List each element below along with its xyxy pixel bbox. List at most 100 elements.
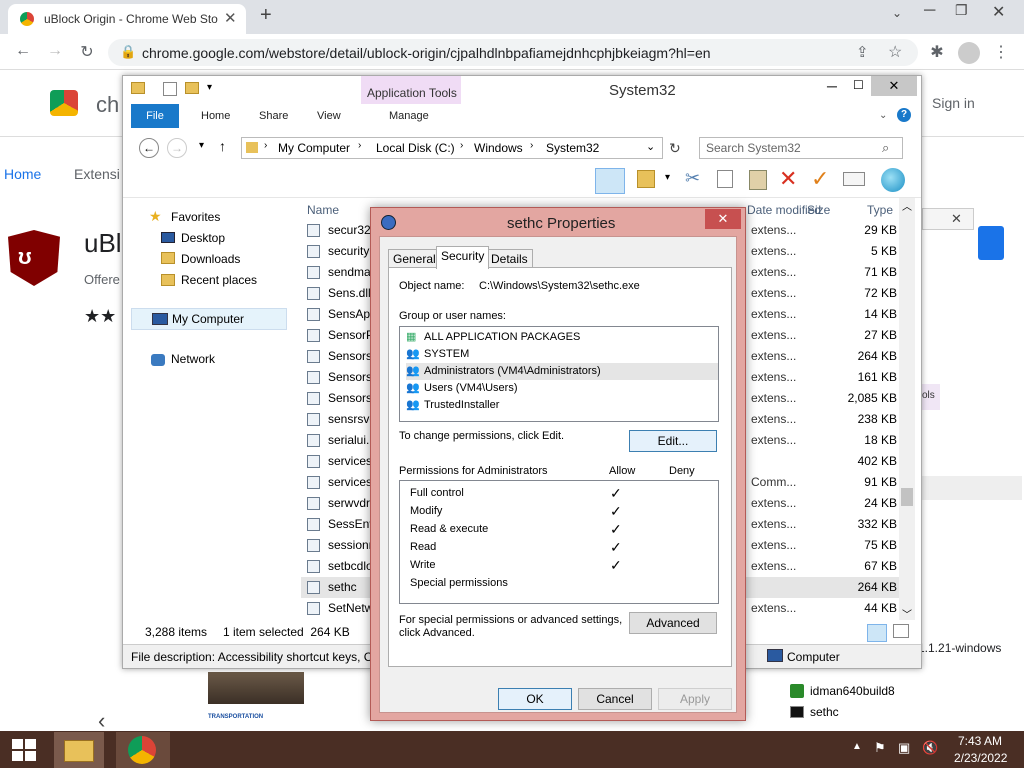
share-icon[interactable]: ⇪ <box>856 43 869 61</box>
cmd-icon[interactable] <box>790 706 804 718</box>
copy-icon[interactable] <box>717 170 733 188</box>
add-to-chrome-button[interactable] <box>978 226 1004 260</box>
ribbon-expand-icon[interactable]: ⌄ <box>879 110 887 121</box>
user-row[interactable]: 👥 TrustedInstaller <box>406 397 718 414</box>
new-folder-quick-icon[interactable] <box>185 82 199 94</box>
explorer-back-icon[interactable]: ← <box>139 138 159 158</box>
breadcrumb-extensions[interactable]: Extensi <box>74 166 120 182</box>
explorer-scrollbar[interactable]: ︿ ﹀ <box>899 198 915 621</box>
address-system32[interactable]: System32 <box>546 141 599 155</box>
address-bar[interactable]: 🔒 chrome.google.com/webstore/detail/ublo… <box>108 39 918 66</box>
quick-access-dropdown-icon[interactable]: ▾ <box>207 82 212 93</box>
volume-muted-icon[interactable]: 🔇 <box>922 740 938 756</box>
dialog-close-icon[interactable]: ✕ <box>705 209 741 229</box>
explorer-minimize-icon[interactable]: ─ <box>827 78 837 94</box>
user-row-selected[interactable]: 👥 Administrators (VM4\Administrators) <box>406 363 718 380</box>
explorer-close-icon[interactable]: ✕ <box>871 76 917 96</box>
checkmark-icon[interactable]: ✓ <box>811 166 829 192</box>
organize-icon[interactable] <box>637 170 655 188</box>
ribbon-tab-home[interactable]: Home <box>201 110 230 122</box>
cut-icon[interactable]: ✂ <box>685 168 700 189</box>
advanced-button[interactable]: Advanced <box>629 612 717 634</box>
users-list[interactable]: ▦ ALL APPLICATION PACKAGES 👥 SYSTEM 👥 Admin… <box>399 326 719 422</box>
search-icon[interactable]: ⌕ <box>882 140 889 156</box>
extensions-puzzle-icon[interactable]: ✱ <box>926 42 948 62</box>
tab-general[interactable]: General <box>388 249 441 269</box>
apply-button[interactable]: Apply <box>658 688 732 710</box>
nav-network[interactable]: Network <box>171 352 215 366</box>
edit-button[interactable]: Edit... <box>629 430 717 452</box>
address-chevron-icon[interactable]: › <box>264 140 267 151</box>
taskbar-chrome-button[interactable] <box>116 732 170 768</box>
globe-icon[interactable] <box>881 168 905 192</box>
explorer-maximize-icon[interactable]: ☐ <box>853 78 864 92</box>
explorer-address-bar[interactable]: › My Computer › Local Disk (C:) › Window… <box>241 137 663 159</box>
tab-details[interactable]: Details <box>486 249 533 269</box>
bookmark-star-icon[interactable]: ☆ <box>888 42 902 62</box>
ok-button[interactable]: OK <box>498 688 572 710</box>
column-name[interactable]: Name <box>307 203 339 217</box>
address-chevron-icon[interactable]: › <box>530 140 533 151</box>
column-type[interactable]: Type <box>867 203 893 217</box>
ribbon-tab-share[interactable]: Share <box>259 110 288 122</box>
background-window-close-icon[interactable]: ✕ <box>951 211 962 227</box>
action-center-icon[interactable]: ⚑ <box>874 740 886 756</box>
network-tray-icon[interactable]: ▣ <box>898 740 910 756</box>
address-local-disk[interactable]: Local Disk (C:) <box>376 141 455 155</box>
address-my-computer[interactable]: My Computer <box>278 141 350 155</box>
address-chevron-icon[interactable]: › <box>460 140 463 151</box>
nav-recent-places[interactable]: Recent places <box>181 273 257 287</box>
taskbar-explorer-button[interactable] <box>54 732 104 768</box>
user-row[interactable]: 👥 SYSTEM <box>406 346 718 363</box>
column-size[interactable]: Size <box>807 203 830 217</box>
help-icon[interactable]: ? <box>897 108 911 122</box>
properties-quick-icon[interactable] <box>163 82 177 96</box>
ribbon-tab-view[interactable]: View <box>317 110 341 122</box>
search-input[interactable]: Search System32 ⌕ <box>699 137 903 159</box>
explorer-forward-icon[interactable]: → <box>167 138 187 158</box>
forward-icon[interactable]: → <box>44 42 66 60</box>
clock-date[interactable]: 2/23/2022 <box>954 751 1007 765</box>
ribbon-tab-manage[interactable]: Manage <box>389 110 429 122</box>
address-windows[interactable]: Windows <box>474 141 523 155</box>
tab-close-icon[interactable]: ✕ <box>224 9 237 27</box>
delete-icon[interactable]: ✕ <box>779 166 797 192</box>
minimize-icon[interactable]: ─ <box>924 2 935 20</box>
desktop-item-sethc[interactable]: sethc <box>810 705 839 719</box>
rename-icon[interactable] <box>843 172 865 186</box>
scroll-up-icon[interactable]: ︿ <box>902 198 912 213</box>
idman-icon[interactable] <box>790 684 804 698</box>
details-view-icon[interactable] <box>867 624 887 642</box>
profile-avatar-icon[interactable] <box>958 42 980 64</box>
sign-in-link[interactable]: Sign in <box>932 95 975 111</box>
new-tab-icon[interactable]: + <box>260 4 272 27</box>
reload-icon[interactable]: ↻ <box>76 42 98 62</box>
ribbon-tab-file[interactable]: File <box>131 104 179 128</box>
address-dropdown-icon[interactable]: ⌄ <box>646 140 655 153</box>
cancel-button[interactable]: Cancel <box>578 688 652 710</box>
nav-downloads[interactable]: Downloads <box>181 252 240 266</box>
nav-favorites[interactable]: Favorites <box>171 210 220 224</box>
scroll-thumb[interactable] <box>901 488 913 506</box>
nav-my-computer-row[interactable]: My Computer <box>131 308 287 330</box>
start-button[interactable] <box>12 739 36 761</box>
nav-desktop[interactable]: Desktop <box>181 231 225 245</box>
up-level-icon[interactable]: ↑ <box>219 138 226 154</box>
desktop-item-idman[interactable]: idman640build8 <box>810 684 895 698</box>
address-chevron-icon[interactable]: › <box>358 140 361 151</box>
paste-icon[interactable] <box>749 170 767 190</box>
explorer-refresh-icon[interactable]: ↻ <box>669 140 681 157</box>
tab-search-chevron-icon[interactable]: ⌄ <box>892 6 902 20</box>
browser-tab[interactable]: uBlock Origin - Chrome Web Sto ✕ <box>8 4 246 34</box>
chrome-menu-icon[interactable]: ⋮ <box>990 42 1012 62</box>
show-hidden-icons[interactable]: ▲ <box>852 741 862 752</box>
user-row[interactable]: ▦ ALL APPLICATION PACKAGES <box>406 329 718 346</box>
restore-icon[interactable]: ❐ <box>955 2 968 19</box>
scroll-down-icon[interactable]: ﹀ <box>902 606 912 621</box>
recent-locations-icon[interactable]: ▾ <box>199 140 204 151</box>
tab-security[interactable]: Security <box>436 246 490 269</box>
back-icon[interactable]: ← <box>12 42 34 60</box>
preview-pane-icon[interactable] <box>595 168 625 194</box>
organize-dropdown-icon[interactable]: ▾ <box>665 172 670 183</box>
close-window-icon[interactable]: ✕ <box>992 2 1005 22</box>
